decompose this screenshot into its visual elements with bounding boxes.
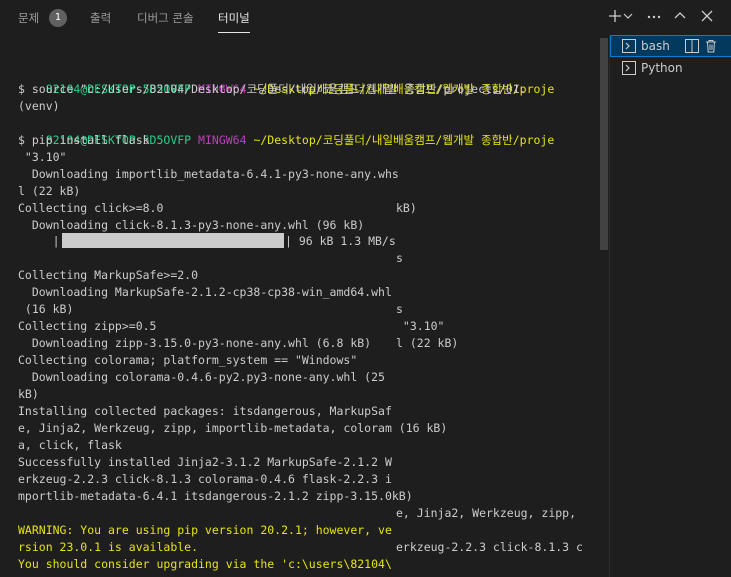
terminal-line: s [396,302,403,316]
close-panel-button[interactable] [697,8,717,28]
terminal-line: Downloading zipp-3.15.0-py3-none-any.whl… [18,336,372,350]
ellipsis-icon [647,15,661,19]
tab-problems[interactable]: 문제 [18,0,39,36]
prompt-line: 82104@DESKTOP-5D5OVFP MINGW64 ~/Desktop/… [18,115,555,147]
terminal-line: erkzeug-2.2.3 click-8.1.3 colorama-0.4.6… [18,472,392,486]
terminal-line: (16 kB) [18,302,74,316]
chevron-up-icon [674,12,686,19]
terminal-line: "3.10" [396,319,445,333]
tab-output-label: 출력 [90,11,112,25]
terminal-line: Collecting MarkupSafe>=2.0 [18,268,199,282]
trash-icon[interactable] [704,39,718,53]
warning-line: rsion 23.0.1 is available. [18,540,199,554]
tab-terminal[interactable]: 터미널 [218,0,250,36]
terminal-line: Downloading importlib_metadata-6.4.1-py3… [18,167,399,181]
terminal-line: Downloading colorama-0.4.6-py2.py3-none-… [18,370,385,384]
terminal-list-panel: bash Python [609,35,731,577]
terminal-line: Downloading click-8.1.3-py3-none-any.whl… [18,218,365,232]
terminal-line: mportlib-metadata-6.4.1 itsdangerous-2.1… [18,489,413,503]
terminal-line: e, Jinja2, Werkzeug, zipp, importlib-met… [18,421,448,435]
problems-count-badge: 1 [49,9,67,27]
tab-debug-console-label: 디버그 콘솔 [137,11,194,25]
terminal-line: | 96 kB 1.3 MB/s [285,234,396,248]
tab-problems-label: 문제 [18,11,40,25]
terminal-scrollbar[interactable] [600,38,608,250]
prompt-shell: MINGW64 [198,133,247,147]
terminal-line: kB) [18,387,39,401]
terminal-line: Successfully installed Jinja2-3.1.2 Mark… [18,455,392,469]
panel-tab-bar: 문제 1 출력 디버그 콘솔 터미널 [0,0,731,36]
plus-icon [609,10,621,22]
terminal-entry-bash[interactable]: bash [610,35,731,57]
terminal-line: s [396,251,403,265]
terminal-line: Collecting zipp>=0.5 [18,319,157,333]
chevron-down-icon [623,13,633,19]
warning-line: You should consider upgrading via the 'c… [18,557,392,571]
terminal-line: $ pip install flask [18,133,150,147]
terminal-line: Installing collected packages: itsdanger… [18,404,392,418]
terminal-line: $ source "c:/Users/82104/Desktop/코딩풀더/내일… [18,82,527,96]
terminal-line: Collecting colorama; platform_system == … [18,353,358,367]
terminal-line: "3.10" [18,150,67,164]
terminal-entry-label: Python [641,61,683,75]
terminal-entry-label: bash [641,39,670,53]
warning-line: WARNING: You are using pip version 20.2.… [18,523,392,537]
split-terminal-icon[interactable] [685,39,699,53]
tab-debug-console[interactable]: 디버그 콘솔 [137,0,194,36]
more-actions-button[interactable] [644,8,664,28]
tab-terminal-label: 터미널 [218,11,250,25]
terminal-line: l (22 kB) [396,336,459,350]
terminal-line: kB) [396,201,417,215]
tab-output[interactable]: 출력 [90,0,111,36]
terminal-line: erkzeug-2.2.3 click-8.1.3 c [396,540,583,554]
maximize-panel-button[interactable] [670,8,690,28]
terminal-line: | [18,234,60,248]
terminal-entry-python[interactable]: Python [611,58,731,78]
terminal-icon [622,61,636,75]
terminal-line: (venv) [18,99,60,113]
prompt-path: ~/Desktop/코딩풀더/내일배움캠프/웹개발 종합반/proje [253,133,555,147]
terminal-line: a, click, flask [18,438,122,452]
terminal-line: l (22 kB) [18,184,81,198]
terminal-line: Collecting click>=8.0 [18,201,164,215]
terminal-line: e, Jinja2, Werkzeug, zipp, [396,506,577,520]
close-icon [701,10,713,22]
terminal-icon [622,39,636,53]
terminal-dropdown-button[interactable] [622,8,634,28]
download-progress-bar [62,233,284,248]
terminal-output[interactable]: 82104@DESKTOP-5D5OVFP MINGW64 ~/Desktop/… [0,36,598,577]
prompt-line: 82104@DESKTOP-5D5OVFP MINGW64 ~/Desktop/… [18,64,555,96]
terminal-line: Downloading MarkupSafe-2.1.2-cp38-cp38-w… [18,285,392,299]
